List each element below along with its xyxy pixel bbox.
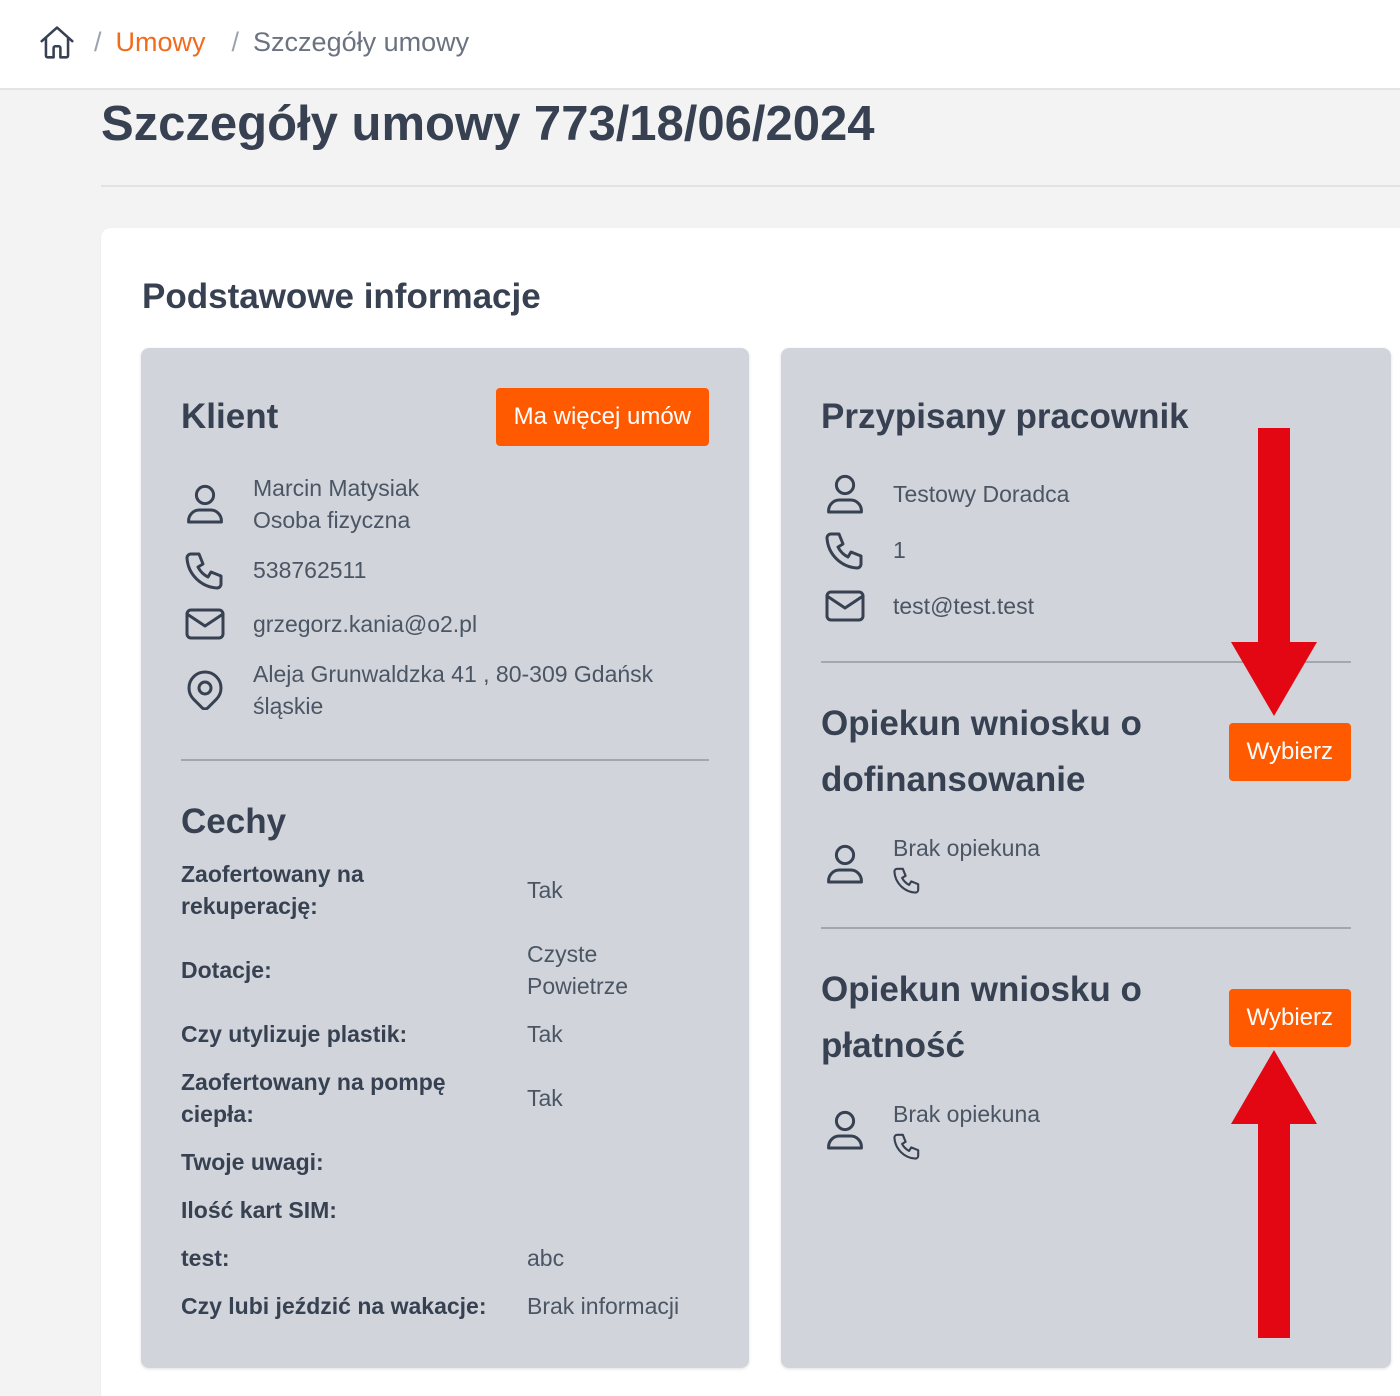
phone-icon — [181, 550, 229, 590]
section-title: Podstawowe informacje — [142, 277, 541, 316]
client-phone: 538762511 — [253, 557, 367, 583]
feature-label: test: — [181, 1245, 230, 1271]
feature-label: Czy utylizuje plastik: — [181, 1021, 408, 1047]
client-address: Aleja Grunwaldzka 41 , 80-309 Gdańsk ślą… — [253, 658, 709, 722]
feature-value: Brak informacji — [527, 1293, 680, 1319]
mail-icon — [821, 586, 869, 626]
grant-caretaker-header: Opiekun wniosku o dofinansowanie Wybierz — [821, 696, 1351, 808]
grant-caretaker-info: Brak opiekuna — [821, 832, 1351, 896]
feature-value: Tak — [527, 1021, 563, 1047]
top-bar: / Umowy / Szczegóły umowy — [0, 0, 1400, 90]
phone-icon — [821, 530, 869, 570]
client-header: Klient Ma więcej umów — [181, 388, 709, 446]
feature-value — [527, 1146, 692, 1178]
breadcrumb-current: Szczegóły umowy — [253, 27, 470, 57]
breadcrumb-separator: / — [231, 27, 240, 57]
employee-contact-list: Testowy Doradca 1 test@test.test — [821, 474, 1351, 626]
contract-details-card: Podstawowe informacje Klient Ma więcej u… — [101, 228, 1400, 1396]
payment-caretaker-title: Opiekun wniosku o płatność — [821, 970, 1142, 1065]
feature-label: Dotacje: — [181, 957, 272, 983]
feature-label: Ilość kart SIM: — [181, 1197, 337, 1223]
home-icon[interactable] — [40, 25, 74, 59]
client-person-row: Marcin Matysiak Osoba fizyczna — [181, 472, 709, 536]
payment-caretaker-name: Brak opiekuna — [893, 1101, 1041, 1127]
feature-value: Tak — [527, 877, 563, 903]
panels: Klient Ma więcej umów Marcin Matysiak Os… — [141, 348, 1391, 1368]
select-grant-caretaker-button[interactable]: Wybierz — [1228, 723, 1351, 781]
client-address-line2: śląskie — [253, 693, 324, 719]
payment-caretaker-text: Brak opiekuna — [893, 1098, 1351, 1162]
client-email: grzegorz.kania@o2.pl — [253, 611, 478, 637]
grant-caretaker-title: Opiekun wniosku o dofinansowanie — [821, 704, 1142, 799]
employee-phone: 1 — [893, 537, 906, 563]
breadcrumb: / Umowy / Szczegóły umowy — [40, 0, 469, 84]
title-divider — [101, 185, 1400, 187]
mail-icon — [181, 604, 229, 644]
client-address-line1: Aleja Grunwaldzka 41 , 80-309 Gdańsk — [253, 661, 654, 687]
features-list: Zaofertowany na rekuperację: Tak Dotacje… — [181, 858, 709, 1322]
client-address-row: Aleja Grunwaldzka 41 , 80-309 Gdańsk ślą… — [181, 658, 709, 722]
payment-caretaker-section: Opiekun wniosku o płatność Wybierz Brak … — [821, 962, 1351, 1162]
employee-email-row: test@test.test — [821, 586, 1351, 626]
feature-value: abc — [527, 1245, 565, 1271]
client-panel: Klient Ma więcej umów Marcin Matysiak Os… — [141, 348, 749, 1368]
employee-person-row: Testowy Doradca — [821, 474, 1351, 514]
grant-caretaker-name: Brak opiekuna — [893, 835, 1041, 861]
employee-phone-row: 1 — [821, 530, 1351, 570]
client-contact-list: Marcin Matysiak Osoba fizyczna 538762511 — [181, 472, 709, 722]
divider — [821, 927, 1351, 929]
employee-email: test@test.test — [893, 593, 1034, 619]
features-title: Cechy — [181, 802, 287, 841]
payment-caretaker-header: Opiekun wniosku o płatność Wybierz — [821, 962, 1351, 1074]
feature-value: Czyste Powietrze — [527, 941, 628, 999]
grant-caretaker-text: Brak opiekuna — [893, 832, 1351, 896]
more-contracts-button[interactable]: Ma więcej umów — [495, 388, 709, 446]
feature-value — [527, 1194, 692, 1226]
divider — [821, 661, 1351, 663]
grant-caretaker-section: Opiekun wniosku o dofinansowanie Wybierz… — [821, 696, 1351, 896]
feature-label: Czy lubi jeździć na wakacje: — [181, 1293, 487, 1319]
divider — [181, 759, 709, 761]
employee-header: Przypisany pracownik — [821, 388, 1351, 446]
breadcrumb-separator: / — [94, 27, 102, 57]
payment-caretaker-info: Brak opiekuna — [821, 1098, 1351, 1162]
user-icon — [821, 474, 869, 514]
phone-icon — [893, 864, 1351, 896]
user-icon — [821, 1110, 869, 1150]
feature-label: Zaofertowany na rekuperację: — [181, 861, 364, 919]
employee-name: Testowy Doradca — [893, 481, 1070, 507]
feature-value: Tak — [527, 1085, 563, 1111]
page-title: Szczegóły umowy 773/18/06/2024 — [101, 97, 875, 151]
user-icon — [181, 484, 229, 524]
employee-title: Przypisany pracownik — [821, 397, 1189, 436]
client-email-row: grzegorz.kania@o2.pl — [181, 604, 709, 644]
client-type: Osoba fizyczna — [253, 507, 411, 533]
breadcrumb-link-contracts[interactable]: Umowy — [116, 26, 206, 58]
client-title: Klient — [181, 397, 279, 436]
phone-icon — [893, 1130, 1351, 1162]
client-name: Marcin Matysiak — [253, 475, 420, 501]
feature-label: Twoje uwagi: — [181, 1149, 324, 1175]
feature-label: Zaofertowany na pompę ciepła: — [181, 1069, 446, 1127]
client-phone-row: 538762511 — [181, 550, 709, 590]
user-icon — [821, 844, 869, 884]
client-person-text: Marcin Matysiak Osoba fizyczna — [253, 472, 709, 536]
select-payment-caretaker-button[interactable]: Wybierz — [1228, 989, 1351, 1047]
map-pin-icon — [181, 670, 229, 710]
assignment-panel: Przypisany pracownik Testowy Doradca 1 t… — [781, 348, 1391, 1368]
